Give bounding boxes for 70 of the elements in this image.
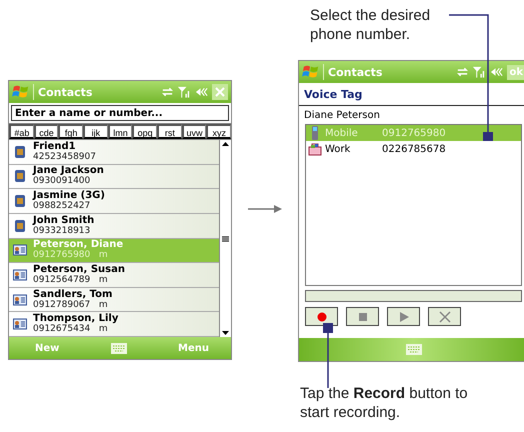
contact-name: Jane Jackson [33,165,104,176]
delete-button[interactable] [428,307,461,326]
x-icon [438,310,450,322]
letter-tab[interactable]: rst [157,124,182,139]
contact-number: 42523458907 [33,152,96,163]
section-header: Voice Tag [299,83,524,106]
contact-row[interactable]: Jane Jackson 0930091400 [9,164,219,190]
contact-card-icon [13,292,27,307]
record-button[interactable] [305,307,338,326]
windows-logo-icon[interactable] [12,84,34,100]
signal-icon[interactable] [178,86,191,98]
contact-row[interactable]: John Smith 0933218913 [9,214,219,238]
contact-row[interactable]: Peterson, Susan 0912564789 m [9,263,219,288]
contact-row[interactable]: Sandlers, Tom 0912789067 m [9,288,219,312]
contact-row[interactable]: Friend1 42523458907 [9,140,219,165]
contact-name: Sandlers, Tom [33,288,112,300]
contact-name: Peterson, Diane [33,239,124,250]
speaker-icon[interactable] [195,86,208,98]
letter-tab[interactable]: #ab [9,124,34,139]
letter-tab[interactable]: uvw [182,124,206,139]
contact-number: 0930091400 [33,176,92,188]
letter-tab[interactable]: cde [34,124,58,139]
speaker-icon[interactable] [490,66,504,78]
contact-card-icon [13,243,27,258]
search-field[interactable]: Enter a name or number... [11,105,229,121]
callout-text: Tap the Record button to start recording. [299,384,469,422]
contact-number: 0912564789 m [33,274,109,286]
record-icon [316,310,328,322]
stop-icon [356,310,368,322]
briefcase-icon [308,142,322,156]
screen-title: Contacts [328,66,384,78]
keyboard-icon[interactable] [406,344,422,355]
contact-name: Peterson, Susan [33,264,125,275]
contact-name: Diane Peterson [303,109,381,123]
contact-number: 0912675434 m [33,324,109,336]
windows-logo-icon[interactable] [302,64,324,80]
contact-row[interactable]: Thompson, Lily 0912675434 m [9,312,219,337]
play-icon [398,310,410,322]
letter-tab[interactable]: xyz [206,124,232,139]
contact-name: Friend1 [33,140,77,152]
close-button[interactable] [212,84,228,100]
arrow-icon [248,204,282,214]
sync-icon[interactable] [161,86,174,98]
signal-icon[interactable] [473,66,486,78]
sim-card-icon [13,218,27,233]
letter-tab[interactable]: opq [132,124,158,139]
sync-icon[interactable] [456,66,470,78]
contact-row[interactable]: Jasmine (3G) 0988252427 [9,189,219,214]
letter-tab[interactable]: ijk [83,124,108,139]
callout-text: Select the desired phone number. [309,6,432,45]
contact-card-icon [13,317,27,332]
play-button[interactable] [387,307,420,326]
keyboard-icon[interactable] [110,342,127,354]
stop-button[interactable] [346,307,379,326]
leader-line [323,323,333,388]
sim-card-icon [13,169,27,184]
contact-number: 0912765980 m [33,250,109,262]
contact-name: John Smith [33,214,94,226]
phone-number-row[interactable]: Work 0226785678 [306,141,521,157]
contact-number: 0912789067 m [33,300,109,311]
contact-name: Thompson, Lily [33,313,118,324]
contact-card-icon [13,268,27,282]
scroll-bar[interactable] [219,140,231,337]
letter-tab[interactable]: lmn [108,124,132,139]
screen-title: Contacts [38,86,94,98]
sim-card-icon [13,194,27,208]
contact-number: 0988252427 [33,201,92,212]
sim-card-icon [13,144,27,159]
contact-name: Jasmine (3G) [33,190,105,202]
contact-number: 0933218913 [33,226,92,237]
